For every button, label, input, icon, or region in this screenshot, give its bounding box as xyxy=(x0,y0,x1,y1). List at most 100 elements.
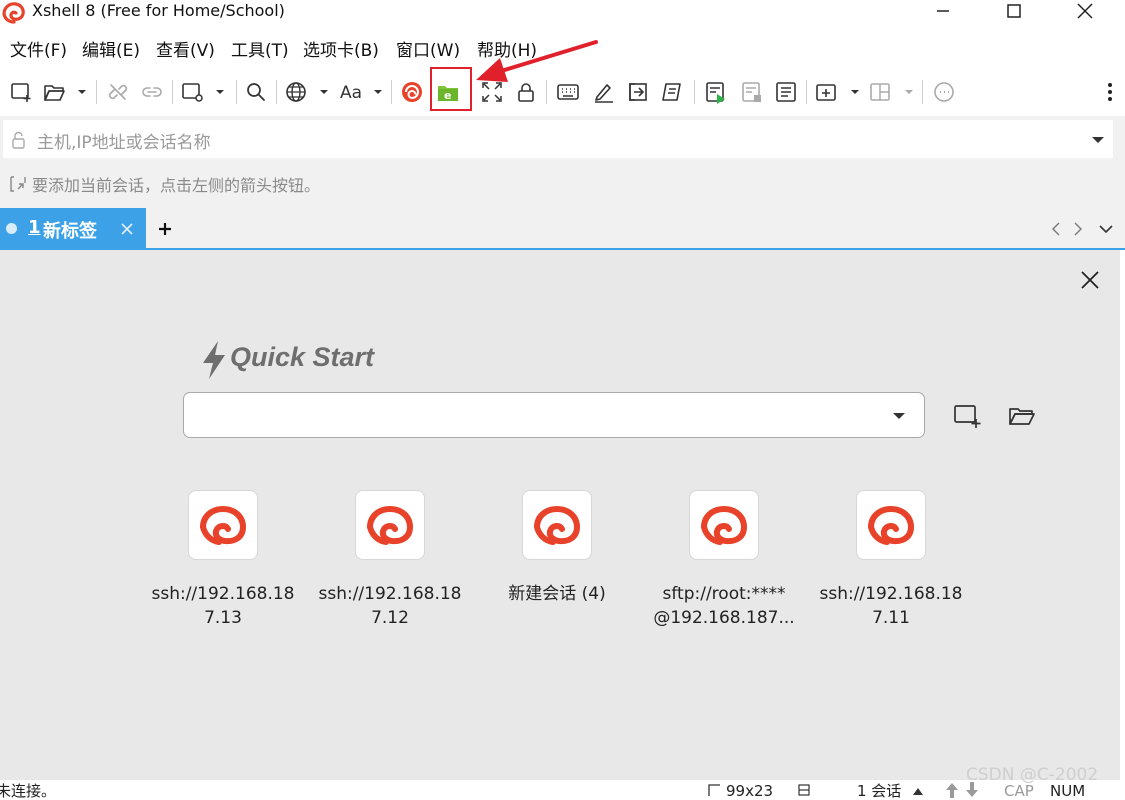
disconnect-button[interactable] xyxy=(104,78,132,106)
maximize-button[interactable] xyxy=(991,0,1037,22)
session-icon xyxy=(689,490,759,560)
toolbar-separator xyxy=(806,80,807,104)
tab-new-tab[interactable]: 1 新标签 xyxy=(0,208,146,250)
svg-text:Aa: Aa xyxy=(340,83,362,103)
start-logging-button[interactable] xyxy=(702,78,730,106)
chevron-down-icon[interactable] xyxy=(892,412,906,420)
watermark: CSDN @C-2002 xyxy=(966,765,1099,785)
menu-file[interactable]: 文件(F) xyxy=(10,36,67,66)
quick-start-input[interactable] xyxy=(183,392,925,438)
window-title: Xshell 8 (Free for Home/School) xyxy=(32,1,285,20)
session-label-line2: 7.11 xyxy=(872,608,910,628)
xshell-swirl-icon xyxy=(701,505,748,545)
xshell-swirl-icon xyxy=(534,505,581,545)
properties-icon xyxy=(182,83,224,102)
session-label-line1: 新建会话 (4) xyxy=(508,584,606,604)
close-icon xyxy=(1077,3,1093,19)
folder-add-icon xyxy=(816,84,859,101)
address-placeholder: 主机,IP地址或会话名称 xyxy=(37,133,211,153)
quick-start-title: Quick Start xyxy=(230,342,375,372)
session-label-line2: 7.13 xyxy=(204,608,242,628)
tab-scroll-right-icon[interactable] xyxy=(1072,221,1084,237)
send-icon xyxy=(629,83,647,101)
add-tab-icon[interactable] xyxy=(157,221,173,237)
xshell-swirl-icon xyxy=(367,505,414,545)
toolbar-separator xyxy=(96,80,97,104)
maximize-icon xyxy=(1007,4,1021,18)
stop-logging-button[interactable] xyxy=(738,78,766,106)
menu-tools[interactable]: 工具(T) xyxy=(231,36,289,66)
session-label-line1: ssh://192.168.18 xyxy=(151,584,295,604)
more-vertical-icon xyxy=(1108,83,1112,101)
minimize-icon xyxy=(937,10,949,12)
layout-button[interactable] xyxy=(868,78,918,106)
session-label-line1: ssh://192.168.18 xyxy=(819,584,963,604)
minimize-button[interactable] xyxy=(920,0,966,22)
menu-window[interactable]: 窗口(W) xyxy=(396,36,460,66)
recent-session-5[interactable]: ssh://192.168.18 7.11 xyxy=(816,490,966,630)
notes-icon xyxy=(776,82,796,102)
toolbar-separator xyxy=(276,80,277,104)
xshell-swirl-icon xyxy=(868,505,915,545)
new-tab-group-button[interactable] xyxy=(814,78,864,106)
script-button[interactable] xyxy=(658,78,686,106)
tab-label: 新标签 xyxy=(43,221,97,242)
layout-icon xyxy=(870,83,913,101)
chevron-down-icon[interactable] xyxy=(1091,136,1105,144)
annotation-arrow-icon xyxy=(476,40,598,82)
chat-icon xyxy=(934,82,954,102)
tab-scroll-left-icon[interactable] xyxy=(1050,221,1062,237)
session-icon xyxy=(355,490,425,560)
menu-view[interactable]: 查看(V) xyxy=(156,36,215,66)
notes-button[interactable] xyxy=(772,78,800,106)
grid-icon xyxy=(798,784,810,796)
add-session-arrow-icon[interactable] xyxy=(9,175,29,193)
connection-status: 未连接。 xyxy=(0,782,57,800)
new-session-icon xyxy=(11,83,31,102)
link-icon xyxy=(142,87,162,97)
recent-session-4[interactable]: sftp://root:**** @192.168.187... xyxy=(649,490,799,630)
session-icon xyxy=(856,490,926,560)
new-session-button[interactable] xyxy=(6,78,36,106)
session-properties-button[interactable] xyxy=(180,78,232,106)
session-icon xyxy=(188,490,258,560)
font-button[interactable]: Aa xyxy=(338,78,386,106)
quick-new-session-icon[interactable] xyxy=(953,403,981,429)
tab-number: 1 xyxy=(28,217,41,238)
recent-session-2[interactable]: ssh://192.168.18 7.12 xyxy=(315,490,465,630)
reconnect-button[interactable] xyxy=(138,78,166,106)
highlight-box xyxy=(430,67,472,111)
search-icon xyxy=(247,83,265,101)
session-label-line2: @192.168.187... xyxy=(653,608,795,628)
recent-session-3[interactable]: 新建会话 (4) xyxy=(482,490,632,606)
more-button[interactable] xyxy=(1100,78,1120,106)
lightning-icon xyxy=(203,341,225,379)
tab-status-dot xyxy=(6,223,17,234)
log-start-icon xyxy=(706,82,725,104)
session-icon xyxy=(522,490,592,560)
chat-button[interactable] xyxy=(930,78,958,106)
caret-up-icon[interactable] xyxy=(912,786,924,796)
toolbar-separator xyxy=(172,80,173,104)
quick-open-folder-icon[interactable] xyxy=(1008,405,1036,427)
close-quick-start-icon[interactable] xyxy=(1080,270,1100,290)
recent-session-1[interactable]: ssh://192.168.18 7.13 xyxy=(148,490,298,630)
terminal-size: 99x23 xyxy=(726,782,774,800)
tab-close-icon[interactable] xyxy=(121,223,133,235)
open-session-button[interactable] xyxy=(42,78,90,106)
title-bar: Xshell 8 (Free for Home/School) xyxy=(0,0,1125,30)
toolbar-separator xyxy=(922,80,923,104)
send-button[interactable] xyxy=(624,78,652,106)
tab-list-chevron-icon[interactable] xyxy=(1098,223,1114,235)
address-input[interactable]: 主机,IP地址或会话名称 xyxy=(3,120,1113,158)
menu-tabs[interactable]: 选项卡(B) xyxy=(303,36,379,66)
menu-edit[interactable]: 编辑(E) xyxy=(82,36,140,66)
xshell-button[interactable] xyxy=(398,78,426,106)
session-label-line2: 7.12 xyxy=(371,608,409,628)
globe-icon xyxy=(286,82,328,102)
encoding-button[interactable] xyxy=(284,78,332,106)
script-icon xyxy=(662,83,681,101)
font-icon: Aa xyxy=(340,83,382,103)
close-window-button[interactable] xyxy=(1062,0,1108,22)
find-button[interactable] xyxy=(242,78,270,106)
